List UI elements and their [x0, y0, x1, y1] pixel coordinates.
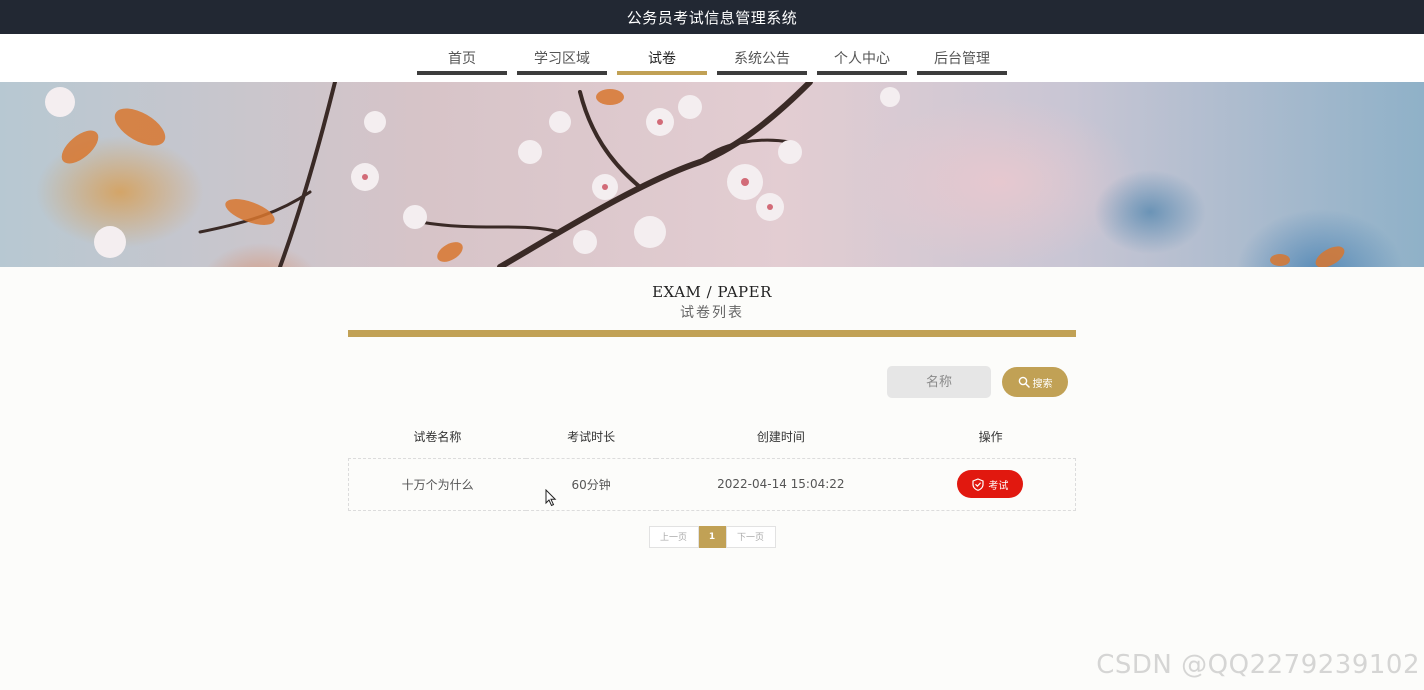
nav-item-papers[interactable]: 试卷: [617, 44, 707, 82]
search-bar: 搜索: [348, 366, 1076, 398]
nav-item-announcements[interactable]: 系统公告: [717, 44, 807, 82]
watermark: CSDN @QQ2279239102: [1096, 650, 1420, 680]
banner-image: [0, 82, 1424, 267]
search-icon: [1018, 376, 1030, 388]
app-header: 公务员考试信息管理系统: [0, 0, 1424, 34]
table-header-row: 试卷名称 考试时长 创建时间 操作: [349, 416, 1076, 458]
prev-page-button[interactable]: 上一页: [648, 525, 699, 548]
pagination: 上一页 1 下一页: [0, 525, 1424, 548]
blossom-illustration: [45, 82, 1345, 267]
column-header-created: 创建时间: [756, 430, 805, 445]
search-button[interactable]: 搜索: [1002, 367, 1068, 397]
main-nav: 首页 学习区域 试卷 系统公告 个人中心 后台管理: [0, 34, 1424, 82]
section-title-cn: 试卷列表: [680, 305, 744, 321]
start-exam-button[interactable]: 考试: [957, 470, 1024, 498]
nav-item-profile[interactable]: 个人中心: [817, 44, 907, 82]
column-header-duration: 考试时长: [567, 430, 616, 445]
nav-item-home[interactable]: 首页: [417, 44, 507, 82]
search-button-label: 搜索: [1032, 378, 1053, 390]
section-divider: [348, 330, 1076, 337]
cell-paper-name: 十万个为什么: [348, 457, 527, 511]
section-title-en: EXAM / PAPER: [652, 283, 772, 301]
papers-table: 试卷名称 考试时长 创建时间 操作 十万个为什么 60分钟 2022-04-14…: [348, 416, 1076, 511]
search-input[interactable]: [887, 366, 991, 398]
column-header-action: 操作: [978, 430, 1003, 445]
start-exam-label: 考试: [988, 480, 1009, 492]
table-row: 十万个为什么 60分钟 2022-04-14 15:04:22 考试: [348, 457, 1076, 511]
cell-created-time: 2022-04-14 15:04:22: [656, 457, 906, 511]
next-page-button[interactable]: 下一页: [725, 525, 776, 548]
cell-action: 考试: [905, 457, 1076, 511]
mouse-cursor-icon: [545, 489, 557, 507]
nav-item-admin[interactable]: 后台管理: [917, 44, 1007, 82]
shield-check-icon: [972, 477, 984, 491]
column-header-name: 试卷名称: [413, 430, 462, 445]
app-title: 公务员考试信息管理系统: [626, 8, 798, 27]
section-header: EXAM / PAPER 试卷列表: [0, 283, 1424, 337]
nav-item-study[interactable]: 学习区域: [517, 44, 607, 82]
page-number-current[interactable]: 1: [698, 525, 726, 548]
